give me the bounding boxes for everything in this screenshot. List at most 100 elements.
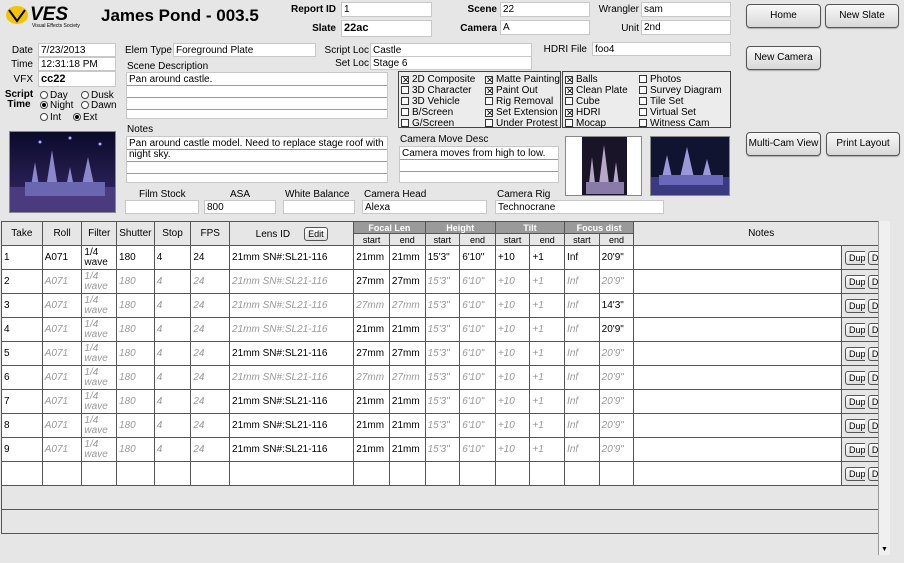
hdri-file-field[interactable]: foo4 [592, 42, 731, 56]
cell-roll[interactable]: A071 [41, 437, 83, 462]
cell-fps[interactable]: 24 [190, 245, 231, 270]
cell-filter[interactable]: 1/4 wave [81, 437, 118, 462]
cell-lens[interactable]: 21mm SN#:SL21-116 [229, 317, 355, 342]
check-tile-set[interactable]: Tile Set [639, 96, 684, 107]
cell-shutter[interactable]: 180 [116, 269, 155, 294]
cell-t-s[interactable]: +10 [494, 389, 531, 414]
cell-take[interactable]: 6 [1, 365, 43, 390]
cell-h-s[interactable]: 15'3" [424, 389, 461, 414]
cell-h-e[interactable]: 6'10" [459, 269, 496, 294]
cell-notes[interactable] [633, 293, 843, 318]
cell-roll[interactable]: A071 [41, 293, 83, 318]
empty-cell[interactable] [494, 461, 531, 486]
cell-f-s[interactable]: Inf [564, 341, 600, 366]
empty-cell[interactable] [633, 461, 843, 486]
cell-shutter[interactable]: 180 [116, 413, 155, 438]
cell-h-s[interactable]: 15'3" [424, 437, 461, 462]
set-loc-field[interactable]: Stage 6 [370, 56, 532, 70]
camera-rig-field[interactable]: Technocrane [495, 200, 664, 214]
check-photos[interactable]: Photos [639, 74, 681, 85]
check-witness-cam[interactable]: Witness Cam [639, 118, 709, 129]
cell-h-s[interactable]: 15'3" [424, 365, 461, 390]
check-2d-composite[interactable]: ✕ 2D Composite [401, 74, 475, 85]
cell-stop[interactable]: 4 [153, 341, 192, 366]
cell-take[interactable]: 1 [1, 245, 43, 270]
cell-t-s[interactable]: +10 [494, 317, 531, 342]
cell-t-e[interactable]: +1 [529, 341, 566, 366]
report-id-field[interactable]: 1 [341, 2, 432, 17]
check-gscreen[interactable]: G/Screen [401, 118, 454, 129]
empty-cell[interactable] [529, 461, 566, 486]
check-rig-removal[interactable]: Rig Removal [485, 96, 553, 107]
check-under-protest[interactable]: Under Protest [485, 118, 558, 129]
table-row[interactable]: 7 A071 1/4 wave 180 4 24 21mm SN#:SL21-116 21mm… [1, 389, 889, 414]
table-scrollbar[interactable]: ▼ [878, 221, 890, 555]
cell-roll[interactable]: A071 [41, 365, 83, 390]
check-clean-plate[interactable]: ✕ Clean Plate [565, 85, 628, 96]
cell-lens[interactable]: 21mm SN#:SL21-116 [229, 413, 355, 438]
empty-cell[interactable] [598, 461, 635, 486]
camera-field[interactable]: A [500, 20, 590, 35]
cell-f-e[interactable]: 20'9" [598, 365, 635, 390]
cell-fps[interactable]: 24 [190, 317, 231, 342]
check-bscreen[interactable]: B/Screen [401, 107, 453, 118]
cell-fl-e[interactable]: 27mm [388, 365, 426, 390]
cell-f-s[interactable]: Inf [564, 365, 600, 390]
radio-int[interactable]: Int [40, 112, 61, 123]
cell-h-e[interactable]: 6'10" [459, 413, 496, 438]
asa-field[interactable]: 800 [204, 200, 276, 214]
cell-h-e[interactable]: 6'10" [459, 389, 496, 414]
white-balance-field[interactable] [283, 200, 355, 214]
check-set-extension[interactable]: ✕ Set Extension [485, 107, 558, 118]
cell-h-e[interactable]: 6'10" [459, 245, 496, 270]
new-camera-button[interactable]: New Camera [746, 46, 821, 70]
vfx-field[interactable]: cc22 [38, 71, 116, 87]
script-loc-field[interactable]: Castle [370, 43, 532, 57]
cell-stop[interactable]: 4 [153, 365, 192, 390]
cell-t-s[interactable]: +10 [494, 365, 531, 390]
table-row-empty[interactable]: DupDel [1, 461, 889, 486]
camera-move-field[interactable]: Camera moves from high to low. [399, 146, 559, 183]
cell-shutter[interactable]: 180 [116, 437, 155, 462]
dup-button[interactable]: Dup [845, 394, 865, 409]
cell-h-s[interactable]: 15'3" [424, 269, 461, 294]
cell-f-s[interactable]: Inf [564, 437, 600, 462]
check-hdri[interactable]: ✕ HDRI [565, 107, 600, 118]
cell-h-e[interactable]: 6'10" [459, 293, 496, 318]
cell-notes[interactable] [633, 317, 843, 342]
cell-t-s[interactable]: +10 [494, 437, 531, 462]
cell-stop[interactable]: 4 [153, 293, 192, 318]
cell-h-e[interactable]: 6'10" [459, 341, 496, 366]
cell-f-e[interactable]: 20'9" [598, 413, 635, 438]
cell-take[interactable]: 7 [1, 389, 43, 414]
dup-button[interactable]: Dup [845, 274, 865, 289]
cell-t-s[interactable]: +10 [494, 413, 531, 438]
table-row[interactable]: 1 A071 1/4 wave 180 4 24 21mm SN#:SL21-116 21mm… [1, 245, 889, 270]
cell-notes[interactable] [633, 413, 843, 438]
cell-f-s[interactable]: Inf [564, 269, 600, 294]
new-slate-button[interactable]: New Slate [825, 4, 899, 28]
cell-roll[interactable]: A071 [41, 245, 83, 270]
cell-f-s[interactable]: Inf [564, 389, 600, 414]
reference-photo-2[interactable] [650, 136, 730, 196]
cell-t-s[interactable]: +10 [494, 245, 531, 270]
cell-take[interactable]: 5 [1, 341, 43, 366]
cell-f-e[interactable]: 14'3" [598, 293, 635, 318]
cell-f-s[interactable]: Inf [564, 245, 600, 270]
castle-photo-main[interactable] [9, 131, 116, 213]
cell-fl-e[interactable]: 21mm [388, 245, 426, 270]
cell-f-e[interactable]: 20'9" [598, 317, 635, 342]
cell-t-e[interactable]: +1 [529, 365, 566, 390]
cell-stop[interactable]: 4 [153, 317, 192, 342]
cell-lens[interactable]: 21mm SN#:SL21-116 [229, 437, 355, 462]
dup-button[interactable]: Dup [845, 346, 865, 361]
cell-fps[interactable]: 24 [190, 413, 231, 438]
cell-take[interactable]: 4 [1, 317, 43, 342]
cell-f-e[interactable]: 20'9" [598, 341, 635, 366]
empty-cell[interactable] [424, 461, 461, 486]
dup-button[interactable]: Dup [845, 466, 865, 481]
cell-stop[interactable]: 4 [153, 269, 192, 294]
empty-cell[interactable] [81, 461, 118, 486]
cell-filter[interactable]: 1/4 wave [81, 365, 118, 390]
scene-field[interactable]: 22 [500, 2, 590, 17]
